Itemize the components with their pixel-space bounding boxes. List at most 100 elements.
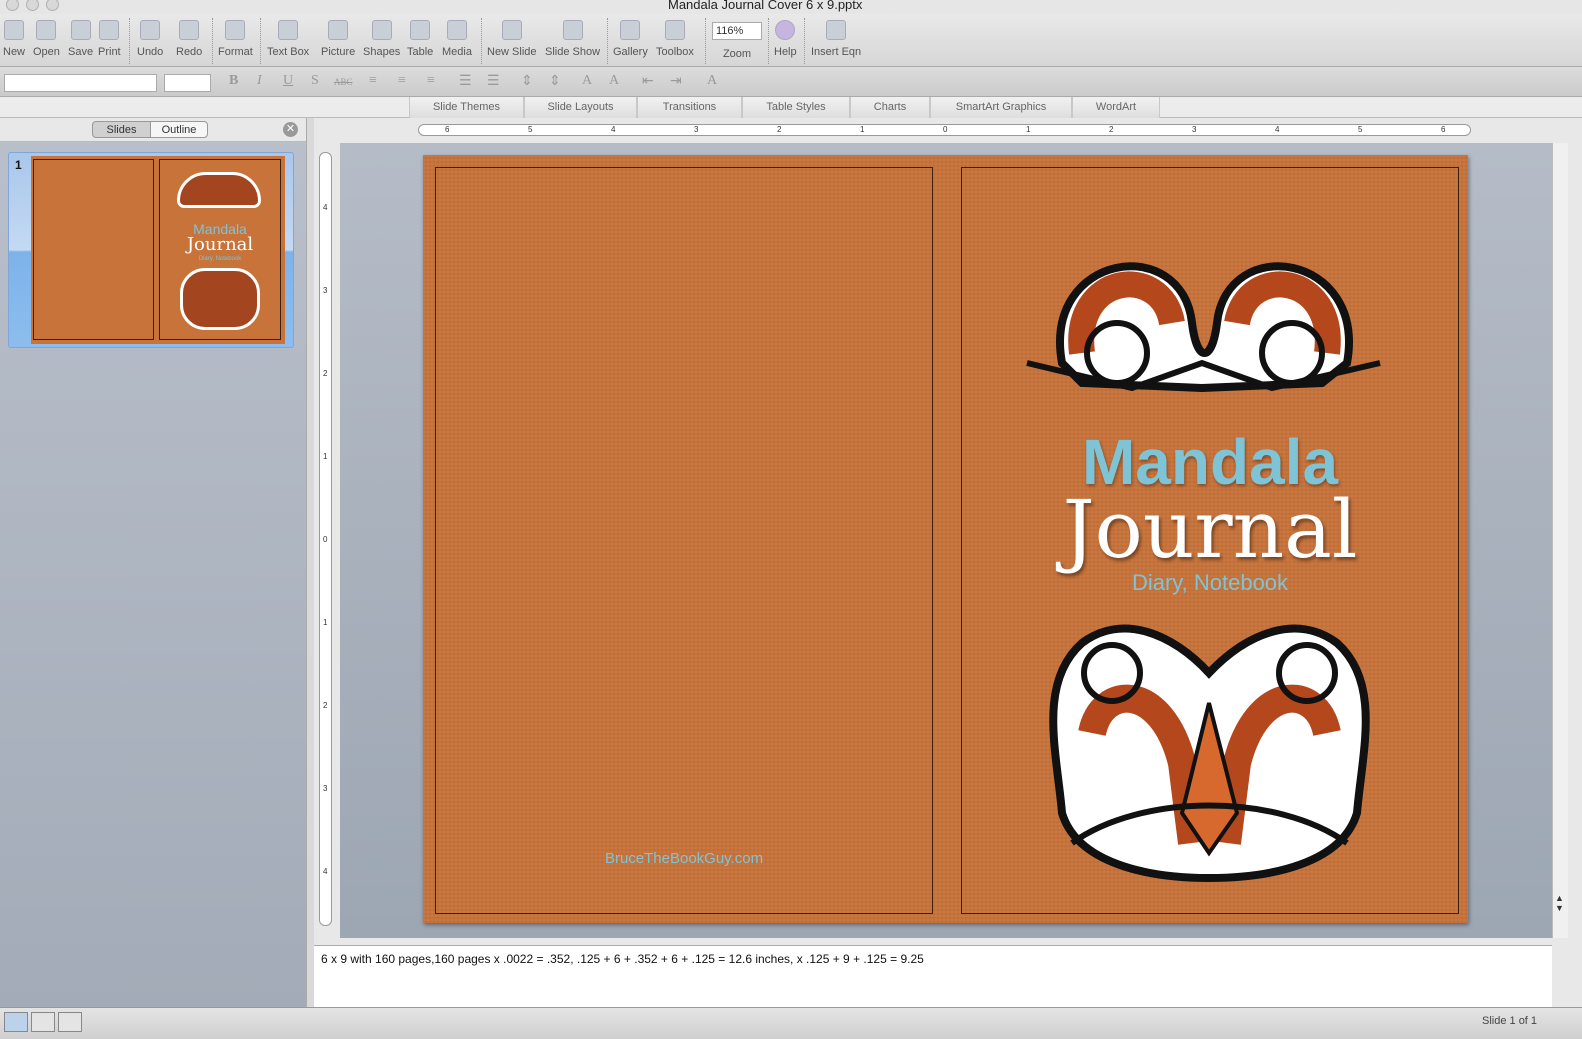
line-spacing-down-button[interactable]: ⇕ xyxy=(549,73,561,90)
help-icon xyxy=(775,20,796,40)
elements-gallery-tabs: Slide Themes Slide Layouts Transitions T… xyxy=(0,96,1582,118)
slide[interactable]: BruceTheBookGuy.com Mandala Journal Diar… xyxy=(423,155,1468,923)
slide-show-view-button[interactable] xyxy=(58,1012,82,1032)
align-right-button[interactable]: ≡ xyxy=(427,73,435,89)
front-cover-page: Mandala Journal Diary, Notebook xyxy=(961,167,1459,914)
label: Media xyxy=(442,46,472,58)
text-box-button[interactable]: Text Box xyxy=(267,20,309,58)
tab-slide-layouts[interactable]: Slide Layouts xyxy=(524,97,637,118)
gallery-button[interactable]: Gallery xyxy=(613,20,648,58)
zoom-window-button[interactable] xyxy=(46,0,59,11)
media-button[interactable]: Media xyxy=(442,20,472,58)
label: Help xyxy=(774,46,797,58)
ruler-label: 2 xyxy=(777,125,782,134)
slide-thumbnail[interactable]: 1 Mandala Journal Diary, Notebook xyxy=(8,152,294,348)
new-slide-button[interactable]: New Slide xyxy=(487,20,537,58)
ruler-label: 3 xyxy=(323,286,328,295)
label: Undo xyxy=(137,46,164,58)
tab-table-styles[interactable]: Table Styles xyxy=(742,97,850,118)
tab-transitions[interactable]: Transitions xyxy=(637,97,742,118)
decrease-indent-button[interactable]: ⇤ xyxy=(642,73,654,90)
undo-button[interactable]: Undo xyxy=(137,20,163,58)
save-icon xyxy=(70,20,91,40)
scroll-arrows-icon[interactable]: ▲ ▼ xyxy=(1555,893,1564,913)
tab-slide-themes[interactable]: Slide Themes xyxy=(409,97,524,118)
vertical-ruler: 4 3 2 1 0 1 2 3 4 xyxy=(319,152,332,926)
normal-view-button[interactable] xyxy=(4,1012,28,1032)
equation-icon xyxy=(826,20,847,40)
italic-button[interactable]: I xyxy=(257,73,262,89)
title-bar: Mandala Journal Cover 6 x 9.pptx xyxy=(0,0,1582,14)
align-center-button[interactable]: ≡ xyxy=(398,73,406,89)
close-pane-icon[interactable]: ✕ xyxy=(283,122,298,137)
thumb-knot-top xyxy=(177,172,261,208)
bullets-button[interactable]: ☰ xyxy=(459,73,472,90)
slide-show-icon xyxy=(562,20,583,40)
slide-show-button[interactable]: Slide Show xyxy=(545,20,600,58)
label: Save xyxy=(68,46,94,58)
help-button[interactable]: Help xyxy=(774,20,797,58)
vertical-scrollbar[interactable]: ▲ ▼ xyxy=(1552,143,1568,938)
ruler-label: 1 xyxy=(860,125,865,134)
decrease-font-button[interactable]: A xyxy=(609,73,619,89)
tab-smartart-graphics[interactable]: SmartArt Graphics xyxy=(930,97,1072,118)
label: New Slide xyxy=(487,46,537,58)
tab-wordart[interactable]: WordArt xyxy=(1072,97,1160,118)
label: Zoom xyxy=(722,48,752,60)
save-button[interactable]: Save xyxy=(68,20,93,58)
redo-icon xyxy=(179,20,200,40)
ruler-label: 4 xyxy=(1275,125,1280,134)
ruler-label: 4 xyxy=(611,125,616,134)
subtitle: Diary, Notebook xyxy=(1131,570,1289,595)
font-name-field[interactable] xyxy=(4,74,157,92)
shadow-button[interactable]: S xyxy=(311,73,319,89)
zoom-control[interactable]: 116% Zoom xyxy=(712,20,762,60)
slide-sorter-view-button[interactable] xyxy=(31,1012,55,1032)
toolbox-button[interactable]: Toolbox xyxy=(656,20,694,58)
thumb-knot-bottom xyxy=(180,268,260,330)
align-left-button[interactable]: ≡ xyxy=(369,73,377,89)
standard-toolbar: New Open Save Print Undo Redo Format Tex… xyxy=(0,14,1582,66)
tab-slides[interactable]: Slides xyxy=(92,121,151,138)
close-window-button[interactable] xyxy=(6,0,19,11)
bold-button[interactable]: B xyxy=(229,73,238,89)
picture-button[interactable]: Picture xyxy=(321,20,355,58)
font-size-field[interactable] xyxy=(164,74,211,92)
label: Picture xyxy=(321,46,356,58)
slide-counter: Slide 1 of 1 xyxy=(1482,1015,1538,1027)
slides-pane: Slides Outline ✕ 1 Mandala Journal Diary… xyxy=(0,118,306,1007)
format-button[interactable]: Format xyxy=(218,20,253,58)
ruler-label: 0 xyxy=(323,535,328,544)
undo-icon xyxy=(140,20,161,40)
tab-charts[interactable]: Charts xyxy=(850,97,930,118)
table-icon xyxy=(410,20,431,40)
redo-button[interactable]: Redo xyxy=(176,20,202,58)
label: Redo xyxy=(176,46,203,58)
celtic-knot-bottom-image xyxy=(1049,624,1370,883)
increase-font-button[interactable]: A xyxy=(582,73,592,89)
minimize-window-button[interactable] xyxy=(26,0,39,11)
numbering-button[interactable]: ☰ xyxy=(487,73,500,90)
font-color-button[interactable]: A xyxy=(707,73,717,89)
footer-url: BruceTheBookGuy.com xyxy=(604,850,764,867)
new-button[interactable]: New xyxy=(3,20,25,58)
ruler-label: 1 xyxy=(323,618,328,627)
table-button[interactable]: Table xyxy=(407,20,433,58)
label: Gallery xyxy=(613,46,648,58)
increase-indent-button[interactable]: ⇥ xyxy=(670,73,682,90)
notes-pane[interactable]: 6 x 9 with 160 pages,160 pages x .0022 =… xyxy=(314,945,1552,1007)
ruler-label: 5 xyxy=(1358,125,1363,134)
line-spacing-up-button[interactable]: ⇕ xyxy=(521,73,533,90)
shapes-button[interactable]: Shapes xyxy=(363,20,400,58)
print-button[interactable]: Print xyxy=(98,20,121,58)
tab-outline[interactable]: Outline xyxy=(150,121,208,138)
pane-splitter[interactable] xyxy=(306,118,314,1007)
label: Text Box xyxy=(267,46,310,58)
underline-button[interactable]: U xyxy=(283,73,293,89)
ruler-label: 2 xyxy=(323,369,328,378)
strikethrough-button[interactable]: ABC xyxy=(334,77,353,87)
open-icon xyxy=(36,20,57,40)
open-button[interactable]: Open xyxy=(33,20,60,58)
insert-equation-button[interactable]: Insert Eqn xyxy=(811,20,861,58)
zoom-select[interactable]: 116% xyxy=(712,22,762,40)
